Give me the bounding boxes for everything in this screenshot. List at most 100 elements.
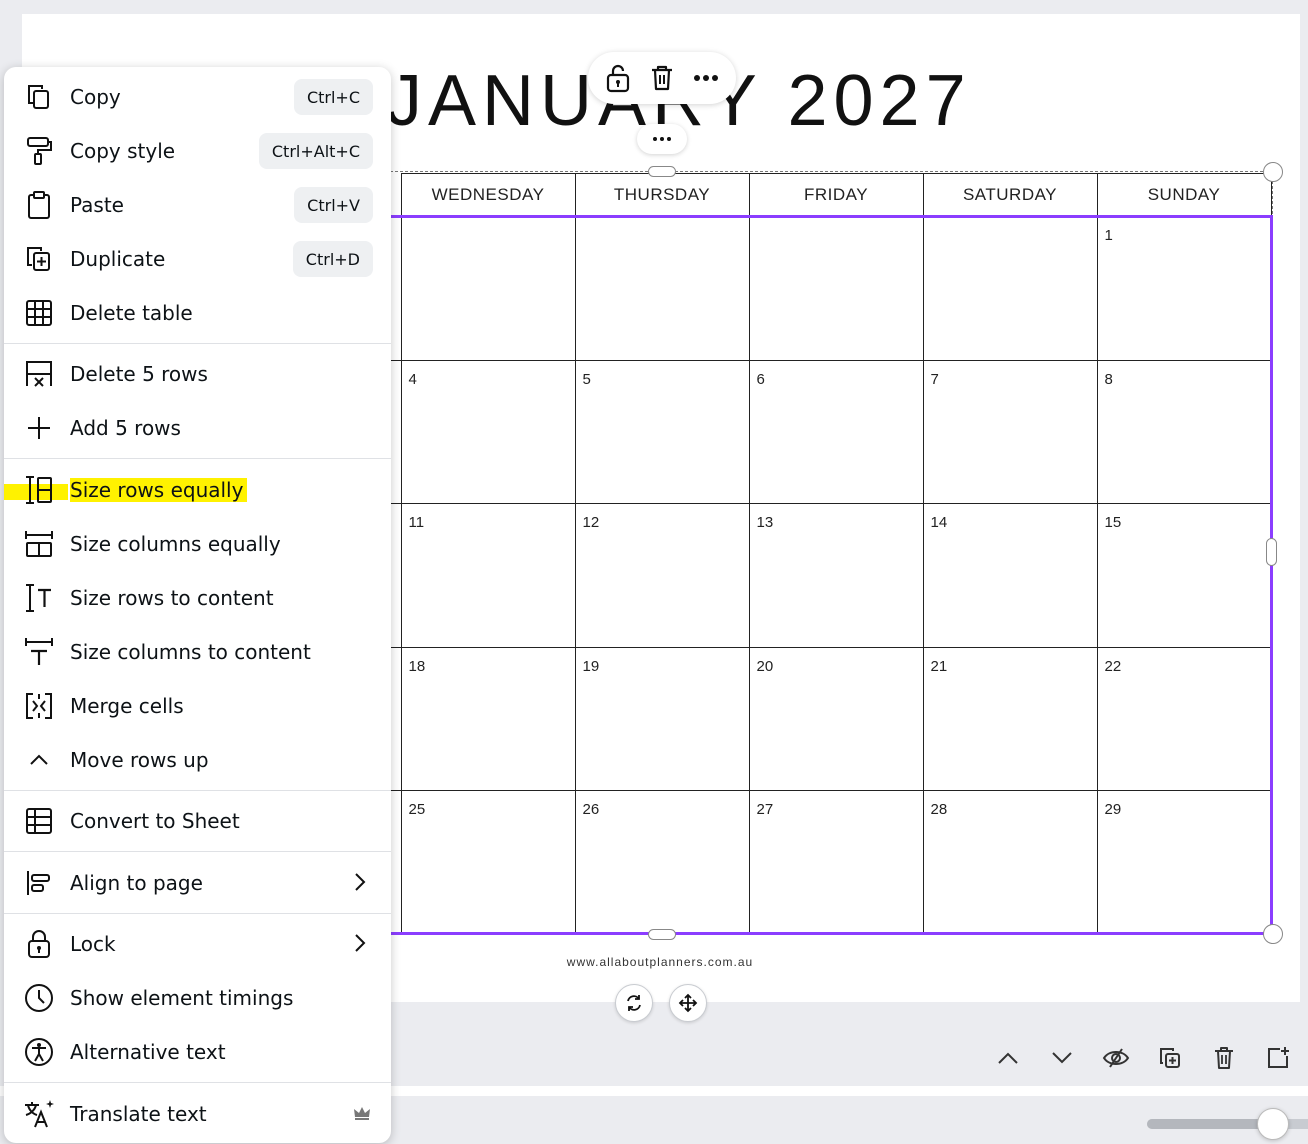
menu-item-size-columns-equally[interactable]: Size columns equally <box>4 517 391 571</box>
chevron-right-icon <box>353 871 367 897</box>
header-cell[interactable]: WEDNESDAY <box>400 173 576 217</box>
menu-item-convert-to-sheet[interactable]: Convert to Sheet <box>4 794 391 848</box>
corner-handle-bottom-right[interactable] <box>1263 924 1283 944</box>
menu-divider <box>4 851 391 852</box>
menu-item-add-rows[interactable]: Add 5 rows <box>4 401 391 455</box>
move-page-up-button[interactable] <box>990 1040 1026 1076</box>
day-cell[interactable]: 26 <box>574 790 750 935</box>
day-cell[interactable]: 28 <box>922 790 1098 935</box>
day-cell[interactable]: 6 <box>748 359 924 504</box>
day-cell[interactable]: 20 <box>748 646 924 791</box>
day-cell[interactable] <box>574 216 750 361</box>
menu-item-label: Convert to Sheet <box>70 809 240 833</box>
menu-item-size-rows-content[interactable]: Size rows to content <box>4 571 391 625</box>
duplicate-icon <box>1160 1048 1180 1068</box>
day-cell[interactable]: 12 <box>574 503 750 648</box>
sheet-icon <box>23 806 55 836</box>
menu-divider <box>4 343 391 344</box>
day-cell[interactable] <box>922 216 1098 361</box>
table-row: 4 5 6 7 8 <box>380 359 1272 504</box>
menu-item-alternative-text[interactable]: Alternative text <box>4 1025 391 1079</box>
size-rows-content-icon <box>23 583 55 613</box>
add-page-button[interactable] <box>1260 1040 1296 1076</box>
day-cell[interactable]: 14 <box>922 503 1098 648</box>
day-cell[interactable]: 4 <box>400 359 576 504</box>
delete-button[interactable] <box>645 61 679 95</box>
menu-item-merge-cells[interactable]: Merge cells <box>4 679 391 733</box>
calendar-table[interactable]: WEDNESDAY THURSDAY FRIDAY SATURDAY SUNDA… <box>380 173 1272 935</box>
menu-item-label: Add 5 rows <box>70 416 181 440</box>
resize-handle-bottom[interactable] <box>648 929 676 940</box>
shortcut-badge: Ctrl+D <box>292 241 373 277</box>
menu-item-label: Copy <box>70 85 121 109</box>
trash-icon <box>652 65 672 91</box>
menu-item-delete-table[interactable]: Delete table <box>4 286 391 340</box>
day-cell[interactable]: 27 <box>748 790 924 935</box>
day-cell[interactable]: 13 <box>748 503 924 648</box>
menu-item-label: Move rows up <box>70 748 209 772</box>
zoom-slider-fill <box>1147 1119 1273 1129</box>
rotate-button[interactable] <box>615 984 653 1022</box>
chevron-up-icon <box>998 1052 1018 1064</box>
day-cell[interactable]: 1 <box>1096 216 1272 361</box>
day-cell[interactable]: 21 <box>922 646 1098 791</box>
menu-item-align-to-page[interactable]: Align to page <box>4 856 391 910</box>
day-cell[interactable]: 29 <box>1096 790 1272 935</box>
header-cell[interactable]: SUNDAY <box>1096 173 1272 217</box>
day-cell[interactable]: 8 <box>1096 359 1272 504</box>
menu-item-copy[interactable]: Copy Ctrl+C <box>4 70 391 124</box>
chevron-up-icon <box>23 745 55 775</box>
day-cell[interactable]: 25 <box>400 790 576 935</box>
move-button[interactable] <box>669 984 707 1022</box>
corner-handle-top-right[interactable] <box>1263 162 1283 182</box>
menu-item-label: Delete table <box>70 301 193 325</box>
menu-item-delete-rows[interactable]: Delete 5 rows <box>4 347 391 401</box>
menu-item-size-columns-content[interactable]: Size columns to content <box>4 625 391 679</box>
day-cell[interactable]: 19 <box>574 646 750 791</box>
align-icon <box>23 868 55 898</box>
unlock-icon <box>606 64 630 93</box>
menu-item-label: Alternative text <box>70 1040 226 1064</box>
table-row: 25 26 27 28 29 <box>380 790 1272 935</box>
menu-item-move-rows-up[interactable]: Move rows up <box>4 733 391 787</box>
menu-item-paste[interactable]: Paste Ctrl+V <box>4 178 391 232</box>
table-row: 18 19 20 21 22 <box>380 646 1272 791</box>
header-cell[interactable]: THURSDAY <box>574 173 750 217</box>
table-row: 11 12 13 14 15 <box>380 503 1272 648</box>
menu-item-duplicate[interactable]: Duplicate Ctrl+D <box>4 232 391 286</box>
delete-page-button[interactable] <box>1206 1040 1242 1076</box>
resize-handle-right[interactable] <box>1266 538 1277 566</box>
day-cell[interactable]: 15 <box>1096 503 1272 648</box>
menu-item-show-element-timings[interactable]: Show element timings <box>4 971 391 1025</box>
day-cell[interactable]: 7 <box>922 359 1098 504</box>
more-options-button[interactable] <box>689 61 723 95</box>
menu-item-label: Size rows equally <box>70 478 248 502</box>
menu-item-label: Size columns to content <box>70 640 311 664</box>
move-page-down-button[interactable] <box>1044 1040 1080 1076</box>
menu-item-label: Copy style <box>70 139 176 163</box>
menu-item-translate-text[interactable]: Translate text <box>4 1087 391 1141</box>
chevron-right-icon <box>353 932 367 958</box>
header-cell[interactable]: SATURDAY <box>922 173 1098 217</box>
day-cell[interactable] <box>748 216 924 361</box>
calendar-table-container[interactable]: WEDNESDAY THURSDAY FRIDAY SATURDAY SUNDA… <box>380 162 1283 944</box>
menu-item-copy-style[interactable]: Copy style Ctrl+Alt+C <box>4 124 391 178</box>
zoom-slider-knob[interactable] <box>1257 1108 1289 1140</box>
resize-handle-top[interactable] <box>648 166 676 177</box>
table-more-button[interactable] <box>637 124 687 154</box>
paint-roller-icon <box>23 136 55 166</box>
menu-item-size-rows-equally[interactable]: Size rows equally <box>4 463 391 517</box>
unlock-button[interactable] <box>601 61 635 95</box>
day-cell[interactable]: 18 <box>400 646 576 791</box>
table-row: 1 <box>380 216 1272 361</box>
day-cell[interactable]: 5 <box>574 359 750 504</box>
day-cell[interactable]: 22 <box>1096 646 1272 791</box>
day-cell[interactable] <box>400 216 576 361</box>
clipboard-icon <box>23 190 55 220</box>
move-icon <box>678 993 698 1013</box>
menu-item-lock[interactable]: Lock <box>4 917 391 971</box>
hide-page-button[interactable] <box>1098 1040 1134 1076</box>
duplicate-page-button[interactable] <box>1152 1040 1188 1076</box>
day-cell[interactable]: 11 <box>400 503 576 648</box>
header-cell[interactable]: FRIDAY <box>748 173 924 217</box>
